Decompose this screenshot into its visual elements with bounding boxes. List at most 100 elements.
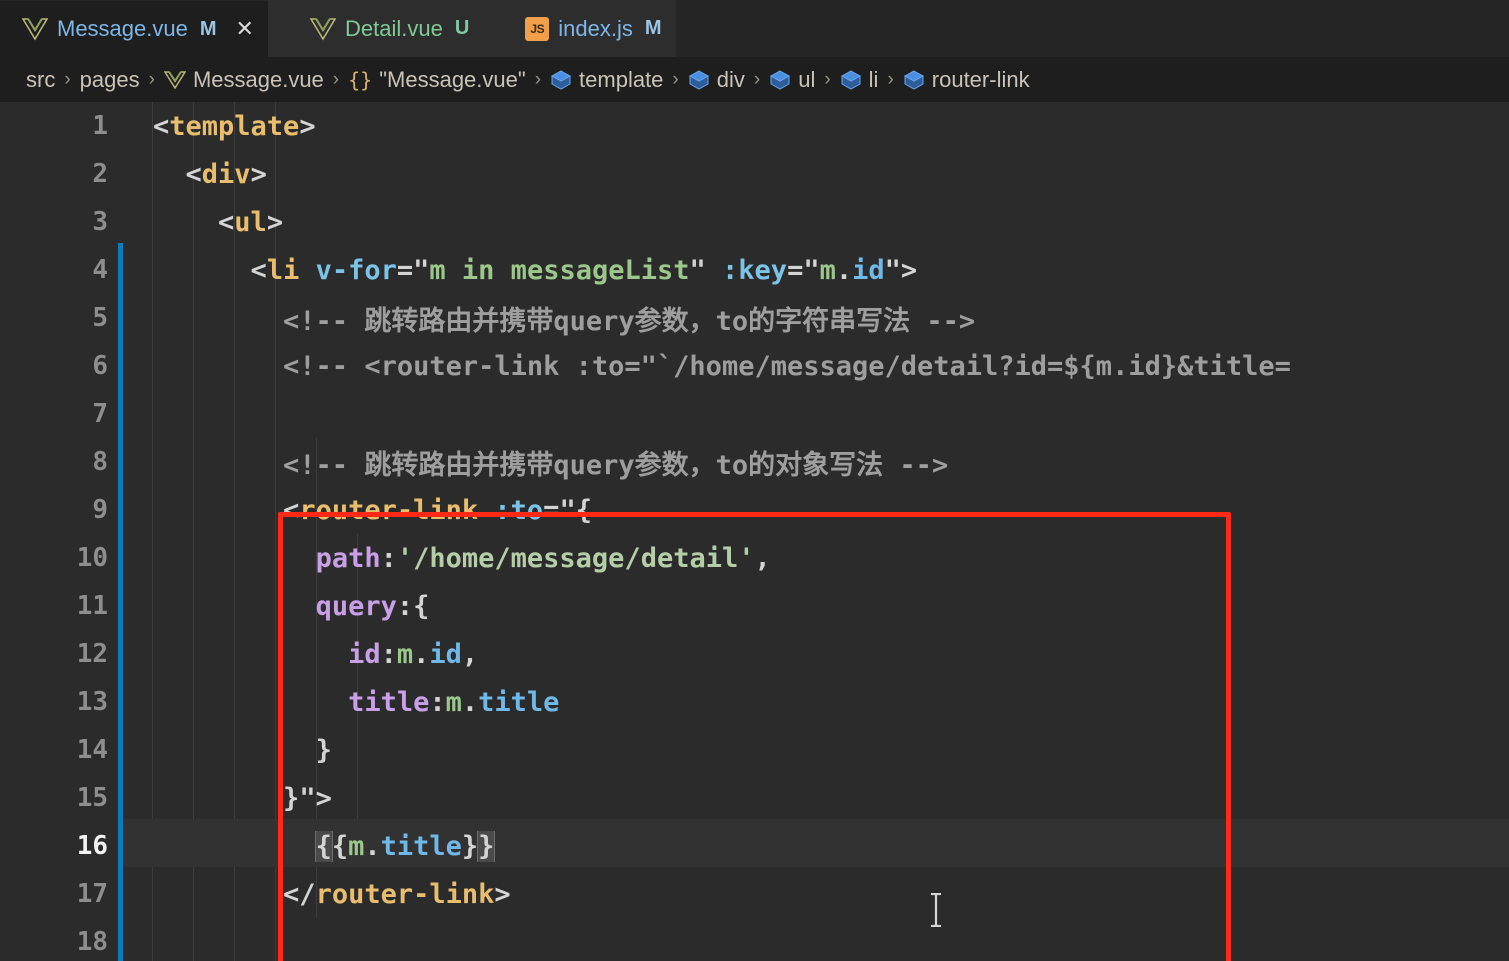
cube-icon bbox=[903, 69, 924, 90]
js-icon: JS bbox=[525, 16, 550, 41]
line-number: 11 bbox=[76, 591, 108, 621]
line-number: 18 bbox=[76, 927, 108, 957]
code-line[interactable]: 11 query:{ bbox=[0, 582, 1509, 630]
code-line[interactable]: 15 }"> bbox=[0, 774, 1509, 822]
line-content: query:{ bbox=[315, 590, 430, 622]
line-content: <!-- 跳转路由并携带query参数，to的字符串写法 --> bbox=[153, 305, 976, 337]
editor-tab-bar: Message.vue M ✕ Detail.vue U JS index.js… bbox=[0, 0, 1509, 57]
breadcrumb-item-template[interactable]: template bbox=[550, 67, 663, 93]
line-content: <template> bbox=[153, 110, 316, 142]
breadcrumb-label: Message.vue bbox=[192, 66, 324, 92]
code-line[interactable]: 10 path:'/home/message/detail', bbox=[0, 534, 1509, 582]
line-content: <div> bbox=[185, 158, 267, 190]
tab-dirty-badge: M bbox=[199, 17, 217, 40]
line-number: 12 bbox=[76, 639, 108, 669]
code-editor[interactable]: 1 <template> 2 <div> 3 <ul> 4 <li v-for=… bbox=[0, 102, 1509, 961]
line-number: 13 bbox=[76, 687, 108, 717]
breadcrumb-item-li[interactable]: li bbox=[840, 66, 879, 93]
breadcrumb-item-ul[interactable]: ul bbox=[769, 67, 815, 93]
breadcrumb-item-pages[interactable]: pages bbox=[80, 67, 140, 93]
line-number: 16 bbox=[76, 831, 108, 861]
chevron-right-icon: › bbox=[332, 68, 340, 90]
line-number: 3 bbox=[92, 207, 108, 237]
chevron-right-icon: › bbox=[824, 68, 831, 90]
tab-spacer bbox=[267, 0, 288, 57]
breadcrumb-item-div[interactable]: div bbox=[688, 67, 745, 93]
code-line[interactable]: 16 {{m.title}} bbox=[0, 822, 1509, 870]
breadcrumb-item-message-vue[interactable]: Message.vue bbox=[163, 66, 324, 93]
line-number: 4 bbox=[92, 255, 108, 285]
tab-label: Message.vue bbox=[57, 16, 188, 41]
code-line[interactable]: 8 <!-- 跳转路由并携带query参数，to的对象写法 --> bbox=[0, 438, 1509, 486]
line-number: 8 bbox=[92, 447, 108, 477]
line-number: 6 bbox=[92, 351, 108, 381]
line-content: id:m.id, bbox=[348, 638, 479, 670]
line-content: path:'/home/message/detail', bbox=[315, 542, 771, 574]
code-line[interactable]: 4 <li v-for="m in messageList" :key="m.i… bbox=[0, 246, 1509, 294]
tab-index-js[interactable]: JS index.js M bbox=[503, 0, 676, 57]
chevron-right-icon: › bbox=[887, 68, 894, 90]
line-content: <li v-for="m in messageList" :key="m.id"… bbox=[250, 254, 918, 286]
breadcrumb-label: pages bbox=[79, 66, 140, 92]
code-line[interactable]: 6 <!-- <router-link :to="`/home/message/… bbox=[0, 342, 1509, 390]
breadcrumb: src › pages › Message.vue › {} "Message.… bbox=[0, 57, 1509, 102]
cube-icon bbox=[551, 69, 572, 90]
breadcrumb-label: router-link bbox=[931, 66, 1030, 92]
code-line[interactable]: 18 bbox=[0, 918, 1509, 961]
tab-label: index.js bbox=[558, 15, 633, 41]
tab-dirty-badge: M bbox=[644, 17, 662, 39]
line-number: 17 bbox=[76, 879, 108, 909]
tab-bar-empty-area bbox=[675, 0, 1509, 57]
line-number: 15 bbox=[76, 783, 108, 813]
line-number: 14 bbox=[76, 735, 108, 765]
code-line[interactable]: 17 </router-link> bbox=[0, 870, 1509, 918]
chevron-right-icon: › bbox=[753, 68, 761, 90]
line-content: }"> bbox=[283, 782, 332, 814]
code-line[interactable]: 13 title:m.title bbox=[0, 678, 1509, 726]
tab-untracked-badge: U bbox=[454, 17, 470, 39]
breadcrumb-label: "Message.vue" bbox=[379, 66, 526, 92]
vue-icon bbox=[22, 18, 48, 41]
line-number: 7 bbox=[92, 399, 108, 429]
tab-detail-vue[interactable]: Detail.vue U bbox=[287, 0, 484, 57]
line-content: <router-link :to="{ bbox=[283, 494, 592, 526]
breadcrumb-item-router-link[interactable]: router-link bbox=[903, 67, 1030, 93]
cube-icon bbox=[840, 69, 861, 90]
line-number: 9 bbox=[92, 495, 108, 525]
code-line[interactable]: 12 id:m.id, bbox=[0, 630, 1509, 678]
chevron-right-icon: › bbox=[672, 68, 679, 90]
breadcrumb-label: li bbox=[868, 66, 879, 92]
code-line[interactable]: 1 <template> bbox=[0, 102, 1509, 150]
close-icon[interactable]: ✕ bbox=[236, 18, 254, 40]
code-line[interactable]: 7 bbox=[0, 390, 1509, 438]
code-line[interactable]: 5 <!-- 跳转路由并携带query参数，to的字符串写法 --> bbox=[0, 294, 1509, 342]
line-content: <ul> bbox=[218, 206, 284, 238]
braces-icon: {} bbox=[348, 67, 373, 92]
breadcrumb-item-module[interactable]: {} "Message.vue" bbox=[348, 67, 526, 93]
breadcrumb-label: src bbox=[26, 66, 56, 92]
line-content: <!-- <router-link :to="`/home/message/de… bbox=[153, 350, 1291, 382]
code-line[interactable]: 14 } bbox=[0, 726, 1509, 774]
line-content: <!-- 跳转路由并携带query参数，to的对象写法 --> bbox=[153, 449, 949, 481]
tab-message-vue[interactable]: Message.vue M ✕ bbox=[0, 0, 268, 57]
line-content: {{m.title}} bbox=[314, 830, 496, 862]
line-number: 5 bbox=[92, 303, 108, 333]
code-line[interactable]: 9 <router-link :to="{ bbox=[0, 486, 1509, 534]
cube-icon bbox=[688, 69, 709, 90]
line-content: } bbox=[315, 734, 332, 766]
chevron-right-icon: › bbox=[148, 68, 155, 90]
tab-label: Detail.vue bbox=[344, 15, 443, 41]
code-line[interactable]: 2 <div> bbox=[0, 150, 1509, 198]
line-number: 10 bbox=[76, 543, 108, 573]
chevron-right-icon: › bbox=[64, 68, 71, 90]
line-number: 2 bbox=[92, 159, 108, 189]
tab-spacer bbox=[483, 0, 504, 57]
breadcrumb-label: div bbox=[716, 66, 745, 92]
breadcrumb-item-src[interactable]: src bbox=[26, 67, 55, 93]
line-number: 1 bbox=[92, 111, 108, 141]
line-content: </router-link> bbox=[283, 878, 511, 910]
breadcrumb-label: template bbox=[579, 66, 664, 92]
chevron-right-icon: › bbox=[534, 68, 542, 90]
vue-icon bbox=[309, 17, 336, 41]
code-line[interactable]: 3 <ul> bbox=[0, 198, 1509, 246]
